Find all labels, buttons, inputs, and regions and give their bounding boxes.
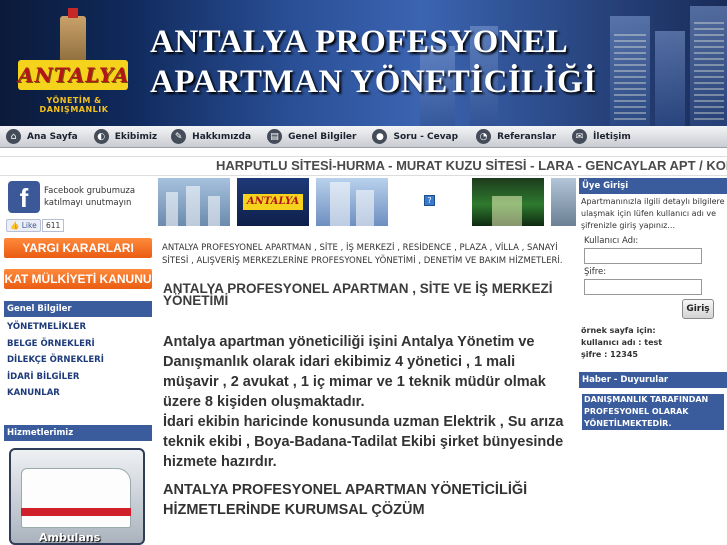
sidebar-item-yonetmelikler[interactable]: YÖNETMELİKLER [7, 319, 104, 336]
login-button[interactable]: Giriş [682, 299, 714, 319]
services-heading: ANTALYA PROFESYONEL APARTMAN YÖNETİCİLİĞ… [163, 482, 528, 518]
document-icon: ▤ [267, 129, 283, 144]
nav-label: Referanslar [497, 131, 557, 142]
nav-item-hakkimizda[interactable]: ✎ Hakkımızda [171, 126, 251, 148]
body-paragraph-1: Antalya apartman yöneticiliği işini Anta… [163, 334, 546, 410]
gallery-photo[interactable] [551, 178, 576, 226]
team-icon: ◐ [93, 129, 109, 144]
logo-subtitle: YÖNETİM & DANIŞMANLIK [39, 96, 109, 114]
logo-text: ANTALYA [18, 60, 128, 90]
username-label: Kullanıcı Adı: [584, 236, 639, 246]
nav-item-ekibimiz[interactable]: ◐ Ekibimiz [93, 126, 158, 148]
rss-icon: ◔ [476, 129, 492, 144]
ambulance-label: Ambulans [39, 531, 101, 544]
password-label: Şifre: [584, 267, 607, 277]
password-input[interactable] [584, 279, 702, 295]
sidebar-item-belge-ornekleri[interactable]: BELGE ÖRNEKLERİ [7, 336, 104, 353]
sample-line: kullanıcı adı : test [581, 338, 663, 347]
like-count: 611 [42, 219, 65, 232]
main-heading: ANTALYA PROFESYONEL APARTMAN , SİTE VE İ… [163, 281, 553, 308]
gallery-photo[interactable]: ANTALYA [237, 178, 309, 226]
body-text: Antalya apartman yöneticiliği işini Anta… [163, 332, 573, 472]
sidebar-item-dilekce-ornekleri[interactable]: DİLEKÇE ÖRNEKLERİ [7, 352, 104, 369]
login-info: Apartmanınızla ilgili detaylı bilgilere … [581, 197, 725, 230]
clock-tower-icon [60, 8, 86, 66]
news-text[interactable]: DANIŞMANLIK TARAFINDAN PROFESYONEL OLARA… [582, 394, 724, 430]
facebook-like-button[interactable]: 👍 Like [6, 219, 41, 232]
photo-logo: ANTALYA [243, 194, 303, 210]
chat-icon: ● [372, 129, 388, 144]
nav-item-referanslar[interactable]: ◔ Referanslar [476, 126, 556, 148]
ambulance-vehicle [21, 468, 131, 528]
nav-item-soru-cevap[interactable]: ● Soru - Cevap [372, 126, 458, 148]
header-banner: ANTALYA YÖNETİM & DANIŞMANLIK ANTALYA PR… [0, 0, 727, 126]
main-nav: ⌂ Ana Sayfa ◐ Ekibimiz ✎ Hakkımızda ▤ Ge… [0, 126, 727, 148]
nav-label: Soru - Cevap [393, 131, 459, 142]
username-input[interactable] [584, 248, 702, 264]
info-icon: ✎ [171, 129, 187, 144]
home-icon: ⌂ [6, 129, 21, 144]
nav-item-iletisim[interactable]: ✉ İletişim [572, 126, 631, 148]
sample-line: örnek sayfa için: [581, 326, 656, 335]
sidebar-item-kanunlar[interactable]: KANUNLAR [7, 385, 104, 402]
like-label: Like [21, 221, 37, 230]
left-sidebar: f Facebook grubumuza katılmayı unutmayın… [4, 178, 152, 545]
gallery-photo[interactable] [158, 178, 230, 226]
right-sidebar: Üye Girişi Apartmanınızla ilgili detaylı… [578, 178, 727, 545]
login-heading: Üye Girişi [579, 178, 727, 194]
site-title-line2: APARTMAN YÖNETİCİLİĞİ [150, 64, 597, 100]
photo-gallery: ANTALYA ? [158, 178, 576, 226]
nav-item-genel-bilgiler[interactable]: ▤ Genel Bilgiler [267, 126, 356, 148]
yargi-kararlari-button[interactable]: YARGI KARARLARI [4, 238, 152, 258]
references-ticker: HARPUTLU SİTESİ-HURMA - MURAT KUZU SİTES… [0, 156, 727, 176]
site-title-line1: ANTALYA PROFESYONEL [150, 24, 569, 60]
thumbs-up-icon: 👍 [10, 221, 20, 230]
intro-text: ANTALYA PROFESYONEL APARTMAN , SİTE , İŞ… [162, 243, 563, 266]
sample-line: şifre : 12345 [581, 350, 638, 359]
nav-label: Genel Bilgiler [288, 131, 357, 142]
ticker-text[interactable]: HARPUTLU SİTESİ-HURMA - MURAT KUZU SİTES… [216, 158, 727, 173]
broken-image-icon[interactable]: ? [424, 195, 435, 206]
kat-mulkiyeti-button[interactable]: KAT MÜLKİYETİ KANUNU [4, 269, 152, 289]
hizmetlerimiz-heading: Hizmetlerimiz [4, 425, 152, 441]
nav-label: Ekibimiz [114, 131, 158, 142]
facebook-icon[interactable]: f [8, 181, 40, 213]
nav-label: Hakkımızda [192, 131, 252, 142]
gallery-photo[interactable] [472, 178, 544, 226]
news-heading: Haber - Duyurular [579, 372, 727, 388]
genel-bilgiler-heading: Genel Bilgiler [4, 301, 152, 317]
sidebar-item-idari-bilgiler[interactable]: İDARİ BİLGİLER [7, 369, 104, 386]
ambulance-image[interactable]: Ambulans [9, 448, 145, 545]
body-paragraph-2: İdari ekibin haricinde konusunda uzman E… [163, 414, 564, 470]
nav-item-ana-sayfa[interactable]: ⌂ Ana Sayfa [6, 126, 78, 148]
gallery-photo[interactable] [316, 178, 388, 226]
logo[interactable]: ANTALYA YÖNETİM & DANIŞMANLIK [14, 8, 134, 114]
nav-label: İletişim [593, 131, 631, 142]
genel-bilgiler-list: YÖNETMELİKLER BELGE ÖRNEKLERİ DİLEKÇE ÖR… [7, 319, 104, 402]
page: ANTALYA YÖNETİM & DANIŞMANLIK ANTALYA PR… [0, 0, 727, 545]
sample-credentials: örnek sayfa için: kullanıcı adı : test ş… [581, 325, 727, 361]
nav-label: Ana Sayfa [27, 131, 78, 142]
site-title: ANTALYA PROFESYONEL APARTMAN YÖNETİCİLİĞ… [150, 22, 620, 102]
facebook-text: Facebook grubumuza katılmayı unutmayın [44, 186, 136, 208]
ambulance-stripe [21, 508, 131, 516]
mail-icon: ✉ [572, 129, 588, 144]
